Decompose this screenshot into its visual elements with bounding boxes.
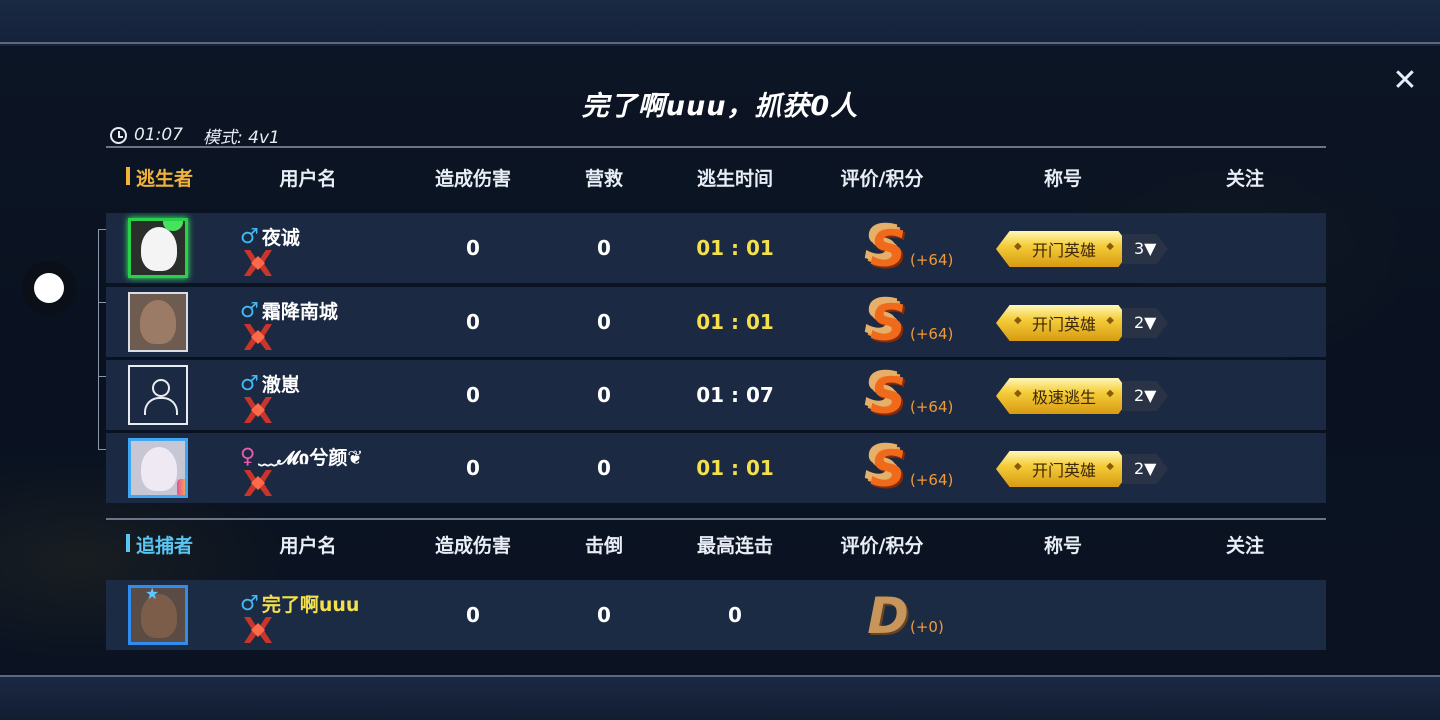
- player-avatar[interactable]: [128, 292, 188, 352]
- player-avatar[interactable]: [128, 438, 188, 498]
- player-avatar[interactable]: ★: [128, 585, 188, 645]
- default-person-icon: [144, 379, 178, 415]
- grade-s-icon: S: [869, 440, 906, 498]
- header-follow: 关注: [1225, 535, 1265, 557]
- rank-icon: [240, 324, 276, 350]
- table-row[interactable]: ♂ 霜降南城 0 0 01 : 01 S (+64) 开门英雄 2▼: [106, 287, 1326, 357]
- damage-value: 0: [466, 310, 480, 334]
- rank-icon: [240, 617, 276, 643]
- escaper-role-label: 逃生者: [126, 164, 193, 191]
- player-name[interactable]: ♂ 完了啊uuu: [240, 590, 359, 616]
- damage-value: 0: [466, 456, 480, 480]
- score-delta: (+0): [910, 618, 944, 636]
- header-rescue: 营救: [584, 168, 624, 190]
- rescue-value: 0: [597, 383, 611, 407]
- header-damage: 造成伤害: [434, 168, 512, 190]
- knockdown-value: 0: [597, 603, 611, 627]
- title-level-dropdown[interactable]: 2▼: [1122, 454, 1168, 484]
- player-name[interactable]: ♂ 霜降南城: [240, 297, 338, 323]
- damage-value: 0: [466, 383, 480, 407]
- score-delta: (+64): [910, 471, 954, 489]
- page-title: 完了啊uuu，抓获0人: [581, 91, 859, 122]
- score-delta: (+64): [910, 325, 954, 343]
- escape-time-value: 01 : 07: [696, 383, 774, 407]
- player-name-text: 澈崽: [261, 373, 300, 396]
- player-name[interactable]: ♀ ﹏𝓜ი兮颜❦: [240, 443, 363, 469]
- score-delta: (+64): [910, 398, 954, 416]
- female-icon: ♀: [240, 444, 256, 468]
- player-name-text: 完了啊uuu: [261, 593, 360, 616]
- header-rating: 评价/积分: [840, 168, 924, 190]
- rescue-value: 0: [597, 310, 611, 334]
- player-name[interactable]: ♂ 澈崽: [240, 370, 300, 396]
- gift-badge-icon: [177, 479, 185, 495]
- skull-badge-icon: [163, 221, 183, 231]
- match-meta: 01:07 模式: 4v1: [110, 125, 280, 148]
- player-name[interactable]: ♂ 夜诚: [240, 223, 300, 249]
- avatar-art: [141, 447, 177, 491]
- header-title: 称号: [1043, 535, 1083, 557]
- player-name-text: 夜诚: [261, 226, 300, 249]
- rescue-value: 0: [597, 236, 611, 260]
- table-row[interactable]: ♂ 夜诚 0 0 01 : 01 S (+64) 开门英雄 3▼: [106, 213, 1326, 283]
- match-mode: 模式: 4v1: [203, 127, 280, 148]
- rank-icon: [240, 397, 276, 423]
- escape-time-value: 01 : 01: [696, 236, 774, 260]
- title-badge[interactable]: 开门英雄: [996, 231, 1132, 267]
- player-name-text: ﹏𝓜ი兮颜❦: [258, 446, 364, 469]
- title-level-dropdown[interactable]: 2▼: [1122, 308, 1168, 338]
- avatar-art: [140, 300, 176, 344]
- table-row[interactable]: ♂ 澈崽 0 0 01 : 07 S (+64) 极速逃生 2▼: [106, 360, 1326, 430]
- table-row[interactable]: ★ ♂ 完了啊uuu 0 0 0 D (+0): [106, 580, 1326, 650]
- match-time: 01:07: [134, 125, 183, 145]
- title-badge[interactable]: 开门英雄: [996, 451, 1132, 487]
- avatar-art: [141, 227, 177, 271]
- title-badge[interactable]: 极速逃生: [996, 378, 1132, 414]
- rank-icon: [240, 470, 276, 496]
- header-title: 称号: [1043, 168, 1083, 190]
- male-icon: ♂: [240, 591, 259, 615]
- header-username: 用户名: [279, 535, 337, 557]
- grade-s-icon: S: [869, 294, 906, 352]
- header-knockdown: 击倒: [584, 535, 624, 557]
- damage-value: 0: [466, 603, 480, 627]
- grade-d-icon: D: [867, 587, 909, 645]
- player-name-text: 霜降南城: [261, 300, 338, 323]
- floating-assist-button[interactable]: [22, 261, 76, 315]
- player-avatar[interactable]: [128, 365, 188, 425]
- divider: [106, 146, 1326, 148]
- header-damage: 造成伤害: [434, 535, 512, 557]
- hunter-role-label: 追捕者: [126, 531, 193, 558]
- score-delta: (+64): [910, 251, 954, 269]
- top-bar: [0, 0, 1440, 44]
- escaper-header: 逃生者 用户名 造成伤害 营救 逃生时间 评价/积分 称号 关注: [106, 156, 1326, 196]
- header-escape-time: 逃生时间: [696, 168, 774, 190]
- male-icon: ♂: [240, 298, 259, 322]
- male-icon: ♂: [240, 371, 259, 395]
- divider: [106, 518, 1326, 520]
- header-combo: 最高连击: [696, 535, 774, 557]
- bottom-bar: [0, 675, 1440, 720]
- header-rating: 评价/积分: [840, 535, 924, 557]
- header-follow: 关注: [1225, 168, 1265, 190]
- escape-time-value: 01 : 01: [696, 456, 774, 480]
- clock-icon: [110, 126, 127, 144]
- male-icon: ♂: [240, 224, 259, 248]
- hunter-header: 追捕者 用户名 造成伤害 击倒 最高连击 评价/积分 称号 关注: [106, 523, 1326, 563]
- title-badge[interactable]: 开门英雄: [996, 305, 1132, 341]
- grade-s-icon: S: [869, 220, 906, 278]
- combo-value: 0: [728, 603, 742, 627]
- table-row[interactable]: ♀ ﹏𝓜ი兮颜❦ 0 0 01 : 01 S (+64) 开门英雄 2▼: [106, 433, 1326, 503]
- star-badge-icon: ★: [145, 585, 160, 603]
- header-username: 用户名: [279, 168, 337, 190]
- rescue-value: 0: [597, 456, 611, 480]
- player-avatar[interactable]: [128, 218, 188, 278]
- escape-time-value: 01 : 01: [696, 310, 774, 334]
- rank-icon: [240, 250, 276, 276]
- damage-value: 0: [466, 236, 480, 260]
- grade-s-icon: S: [869, 367, 906, 425]
- title-level-dropdown[interactable]: 3▼: [1122, 234, 1168, 264]
- title-level-dropdown[interactable]: 2▼: [1122, 381, 1168, 411]
